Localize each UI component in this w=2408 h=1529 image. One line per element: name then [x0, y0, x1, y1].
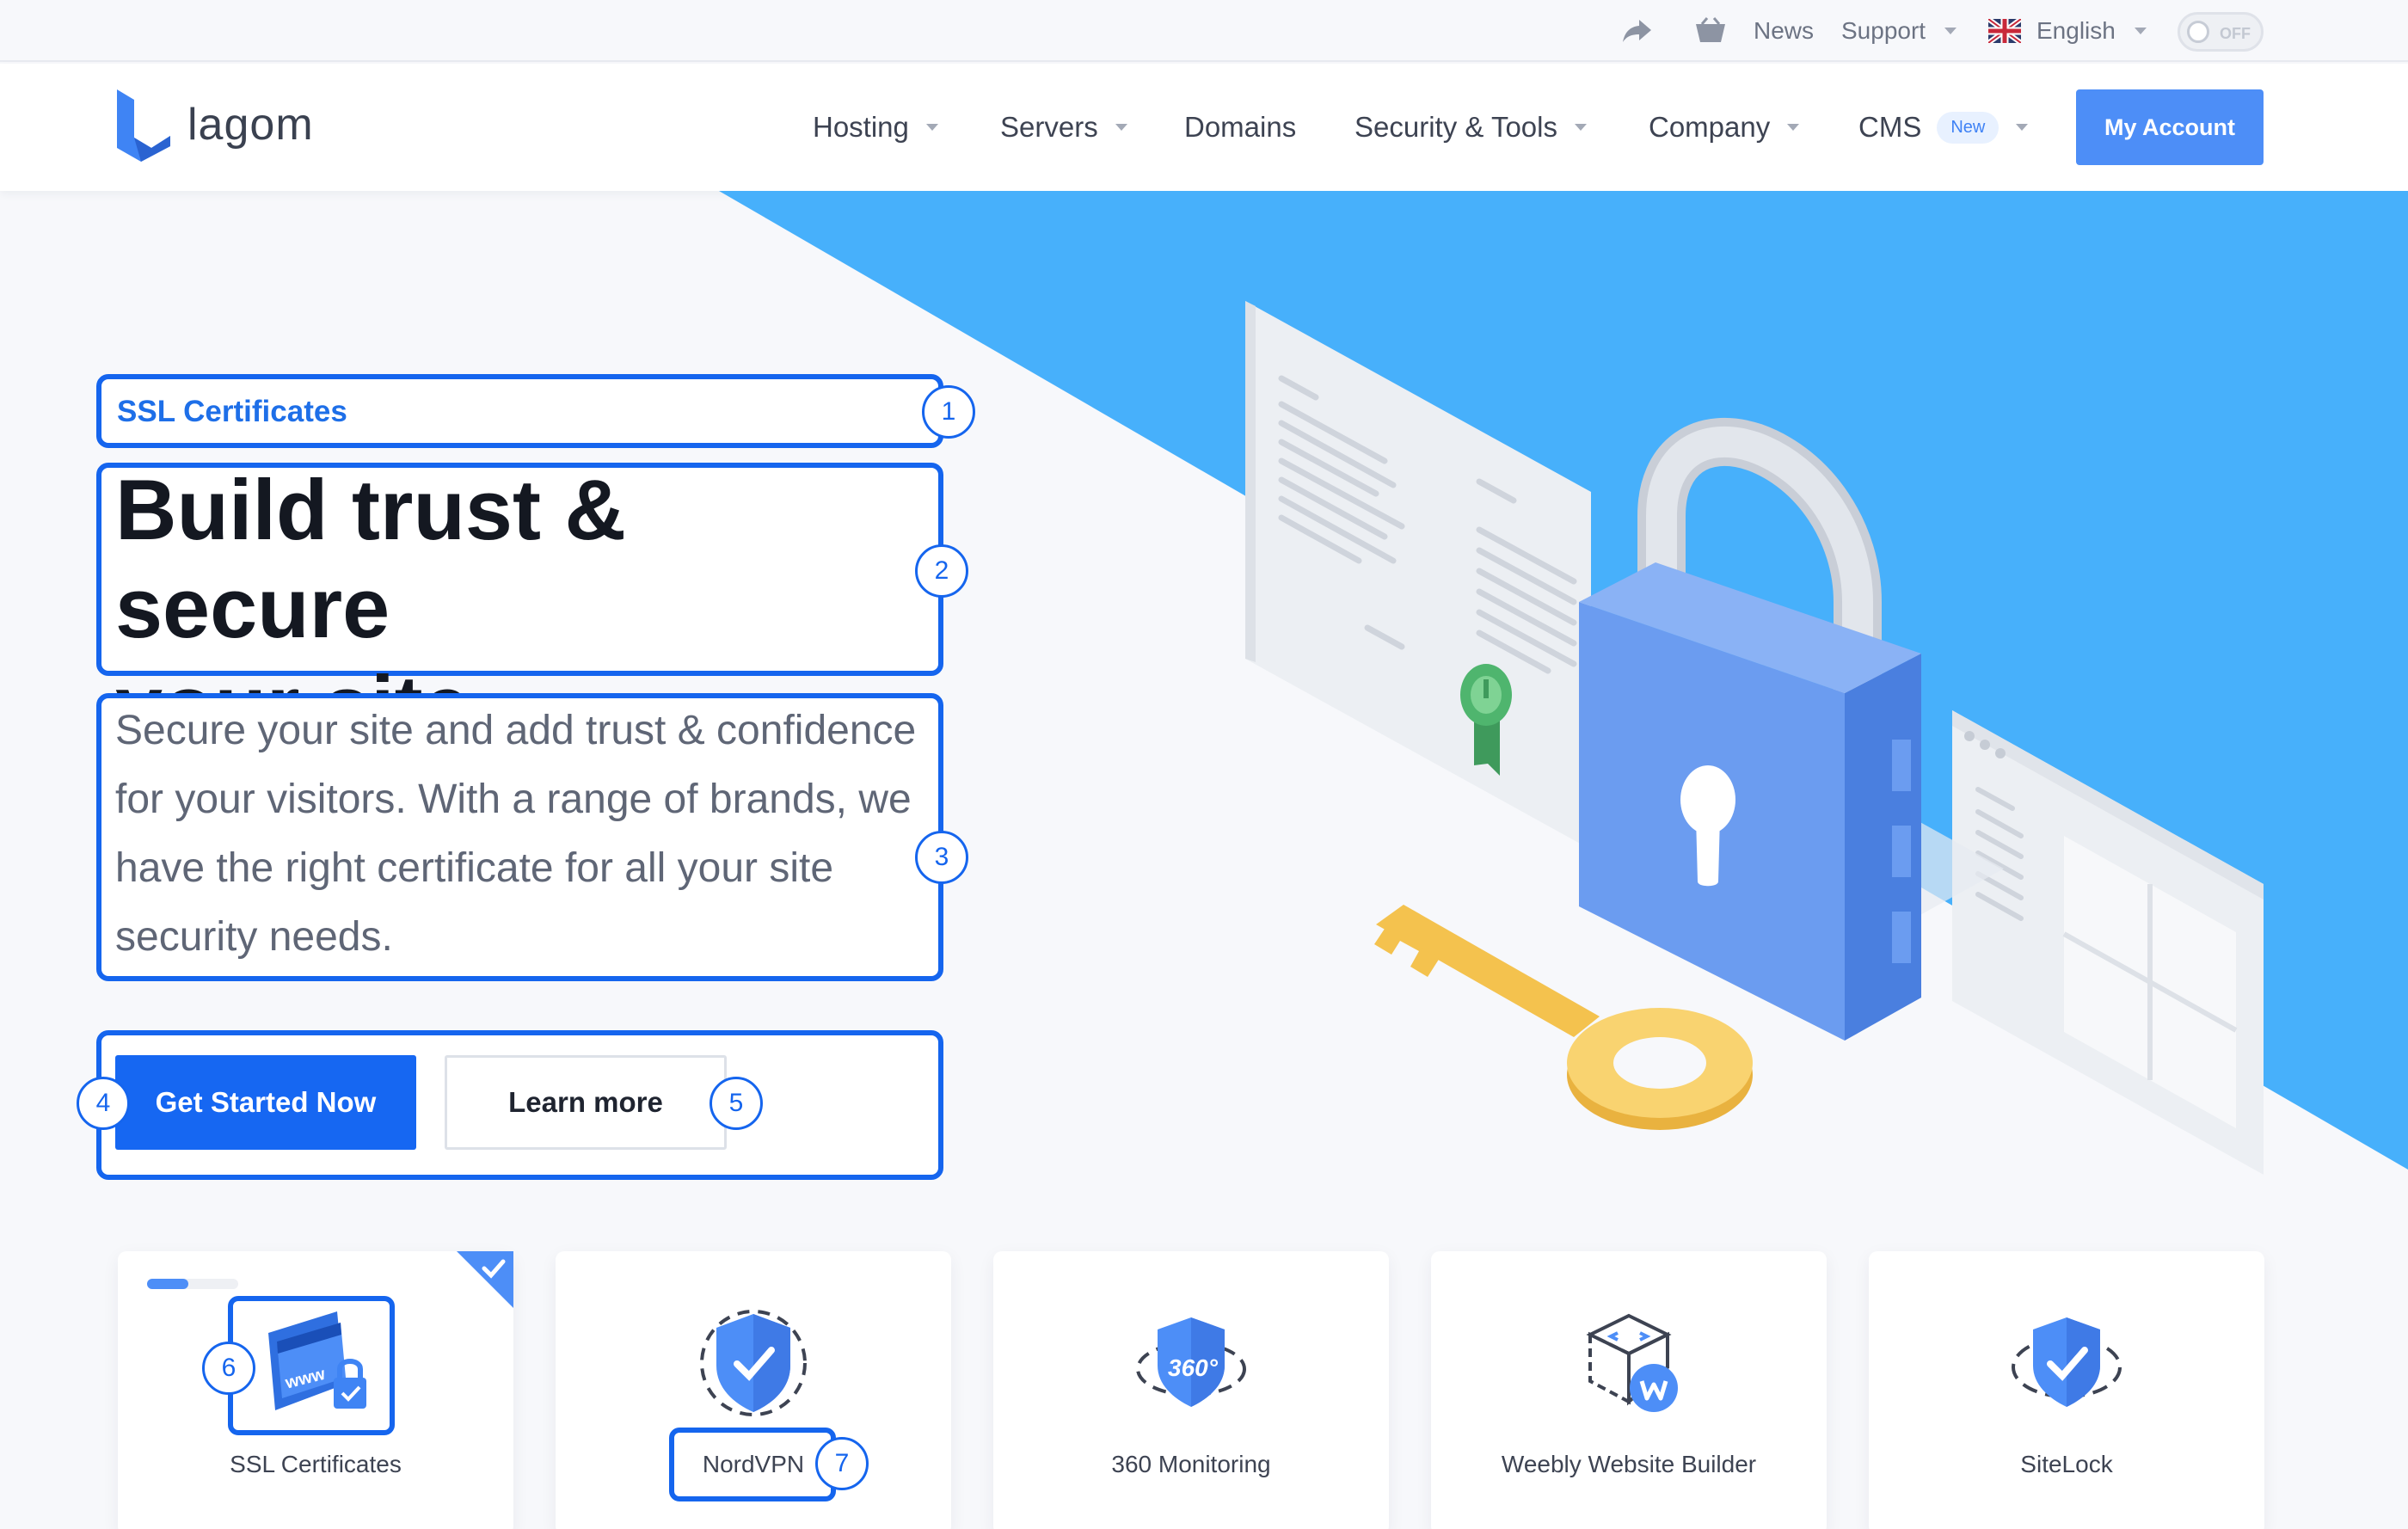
chevron-down-icon — [1944, 28, 1957, 34]
product-card-ssl[interactable]: www 6 SSL Certificates — [118, 1251, 513, 1529]
product-card-360-monitoring[interactable]: 360° 360 Monitoring — [993, 1251, 1389, 1529]
basket-icon[interactable] — [1694, 0, 1727, 62]
logo[interactable]: lagom — [115, 88, 314, 162]
card-label: SiteLock — [2020, 1451, 2113, 1477]
annotation-marker-6: 6 — [202, 1342, 255, 1395]
annotation-marker-1: 1 — [922, 385, 975, 439]
chevron-down-icon — [925, 124, 938, 131]
nordvpn-shield-icon — [700, 1310, 807, 1416]
hero-description: Secure your site and add trust & confide… — [115, 697, 932, 972]
news-link[interactable]: News — [1754, 0, 1814, 62]
product-card-nordvpn[interactable]: NordVPN 7 — [556, 1251, 951, 1529]
nav-domains-label: Domains — [1184, 111, 1297, 143]
product-card-weebly[interactable]: Weebly Website Builder — [1431, 1251, 1827, 1529]
toggle-state: OFF — [2220, 25, 2251, 42]
nav-servers-label: Servers — [1000, 111, 1098, 143]
nav-hosting-label: Hosting — [813, 111, 909, 143]
nav-servers[interactable]: Servers — [1000, 64, 1127, 191]
support-menu[interactable]: Support — [1841, 0, 1957, 62]
description-line-3: have the right certificate for all your … — [115, 845, 834, 891]
chevron-down-icon — [2016, 124, 2029, 131]
chevron-down-icon — [1115, 124, 1127, 131]
support-menu-label: Support — [1841, 17, 1926, 44]
card-label: 360 Monitoring — [1111, 1451, 1271, 1477]
card-label: SSL Certificates — [230, 1451, 402, 1477]
slider-progress — [147, 1279, 238, 1289]
nav-cms[interactable]: CMS New — [1858, 64, 2029, 191]
product-card-sitelock[interactable]: SiteLock — [1869, 1251, 2264, 1529]
language-label: English — [2036, 17, 2116, 44]
share-icon[interactable] — [1622, 0, 1653, 62]
nav-security-tools-label: Security & Tools — [1354, 111, 1557, 143]
learn-more-button[interactable]: Learn more — [445, 1055, 727, 1150]
card-label: Weebly Website Builder — [1501, 1451, 1757, 1477]
chevron-down-icon — [1787, 124, 1800, 131]
new-badge: New — [1937, 111, 2000, 144]
svg-text:360°: 360° — [1168, 1354, 1219, 1381]
nav-hosting[interactable]: Hosting — [813, 64, 938, 191]
chevron-down-icon — [2134, 28, 2147, 34]
chevron-down-icon — [1575, 124, 1587, 131]
description-line-4: security needs. — [115, 914, 393, 960]
description-line-1: Secure your site and add trust & confide… — [115, 708, 917, 753]
sun-icon — [2187, 21, 2209, 43]
get-started-button[interactable]: Get Started Now — [115, 1055, 416, 1150]
annotation-marker-5: 5 — [710, 1077, 763, 1130]
card-label: NordVPN — [702, 1451, 805, 1477]
ssl-certificate-icon: www — [268, 1311, 366, 1410]
news-link-label: News — [1754, 17, 1815, 44]
annotation-marker-3: 3 — [915, 831, 968, 884]
annotation-marker-2: 2 — [915, 544, 968, 598]
annotation-marker-7: 7 — [815, 1437, 869, 1490]
hero-eyebrow: SSL Certificates — [117, 395, 347, 428]
nav-company[interactable]: Company — [1649, 64, 1800, 191]
headline-line-1: Build trust & secure — [115, 462, 626, 655]
nav-domains[interactable]: Domains — [1184, 64, 1296, 191]
weebly-builder-icon — [1586, 1313, 1678, 1412]
annotation-marker-4: 4 — [77, 1077, 130, 1130]
slider-progress-fill — [147, 1279, 188, 1289]
nav-security-tools[interactable]: Security & Tools — [1354, 64, 1587, 191]
utility-bar: News Support English OFF — [0, 0, 2408, 62]
lagom-logo-icon — [117, 89, 170, 162]
logo-text: lagom — [187, 100, 314, 150]
nav-cms-label: CMS — [1858, 111, 1922, 143]
language-selector[interactable]: English — [1988, 0, 2147, 62]
uk-flag-icon — [1988, 19, 2021, 43]
description-line-2: for your visitors. With a range of brand… — [115, 777, 912, 822]
nav-company-label: Company — [1649, 111, 1771, 143]
sitelock-shield-icon — [2012, 1317, 2122, 1407]
my-account-button[interactable]: My Account — [2076, 89, 2264, 165]
main-navbar: lagom Hosting Servers Domains Security &… — [0, 64, 2408, 191]
selected-check-icon — [457, 1251, 513, 1308]
monitoring-360-icon: 360° — [1136, 1317, 1246, 1407]
dark-mode-toggle[interactable]: OFF — [2178, 12, 2264, 52]
